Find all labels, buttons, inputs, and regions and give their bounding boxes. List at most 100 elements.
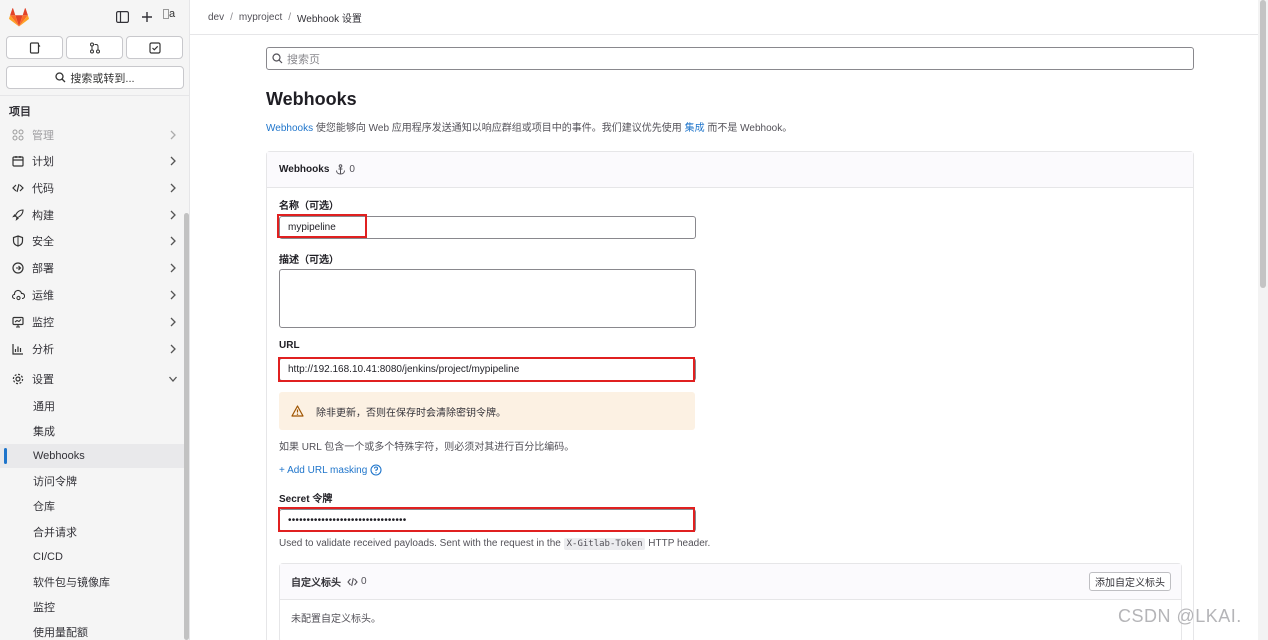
custom-headers-header: 自定义标头 0 添加自定义标头 (280, 564, 1181, 600)
url-help-text: 如果 URL 包含一个或多个特殊字符，则必须对其进行百分比编码。 (279, 442, 575, 453)
custom-headers-title: 自定义标头 (291, 578, 341, 589)
sidebar-sub-label: 监控 (33, 602, 55, 614)
secret-help-pre: Used to validate received payloads. Sent… (279, 538, 564, 549)
sidebar-sub-packages-registries[interactable]: 软件包与镜像库 (0, 570, 186, 594)
sidebar-item-settings[interactable]: 设置 (0, 366, 186, 392)
breadcrumb-dev[interactable]: dev (208, 12, 224, 23)
sidebar-sub-label: Webhooks (33, 450, 85, 462)
sidebar-sub-label: 仓库 (33, 501, 55, 513)
sidebar-item-plan[interactable]: 计划 (0, 148, 186, 174)
main-content: dev / myproject / Webhook 设置 搜索页 Webhook… (190, 0, 1258, 640)
sidebar-sub-access-tokens[interactable]: 访问令牌 (0, 469, 186, 493)
settings-search-input[interactable]: 搜索页 (266, 47, 1194, 70)
sidebar-sub-repository[interactable]: 仓库 (0, 494, 186, 518)
page-scrollbar-thumb[interactable] (1260, 0, 1266, 288)
chevron-right-icon (170, 156, 176, 166)
add-url-masking-link[interactable]: + Add URL masking (279, 464, 382, 476)
sidebar: a 搜索或转到... 项目 管理 计划 代码 构建 安全 部署 运维 监控 分析… (0, 0, 190, 640)
sidebar-sub-integrations[interactable]: 集成 (0, 419, 186, 443)
breadcrumb: dev / myproject / Webhook 设置 (190, 0, 1258, 35)
webhooks-doc-link[interactable]: Webhooks (266, 123, 313, 134)
card-title: Webhooks (279, 164, 330, 175)
webhooks-card-header: Webhooks 0 (267, 152, 1193, 188)
chevron-right-icon (170, 344, 176, 354)
sidebar-item-security[interactable]: 安全 (0, 228, 186, 254)
sidebar-sub-monitor[interactable]: 监控 (0, 595, 186, 619)
avatar-alt-text: a (169, 8, 176, 20)
custom-headers-card: 自定义标头 0 添加自定义标头 未配置自定义标头。 (279, 563, 1182, 640)
sidebar-sub-label: CI/CD (33, 551, 63, 563)
sidebar-item-label: 构建 (32, 210, 54, 222)
avatar[interactable]: a (163, 8, 183, 24)
sidebar-search-button[interactable]: 搜索或转到... (6, 66, 184, 89)
chevron-right-icon (170, 236, 176, 246)
breadcrumb-separator: / (230, 11, 233, 23)
sidebar-item-label: 设置 (32, 374, 54, 386)
chart-icon (11, 342, 25, 356)
sidebar-sub-general[interactable]: 通用 (0, 394, 186, 418)
deploy-icon (11, 261, 25, 275)
app: a 搜索或转到... 项目 管理 计划 代码 构建 安全 部署 运维 监控 分析… (0, 0, 1268, 640)
sidebar-item-label: 管理 (32, 130, 54, 142)
question-icon[interactable] (370, 464, 382, 476)
issues-icon (29, 41, 40, 54)
webhook-count-value: 0 (349, 164, 355, 175)
sidebar-item-deploy[interactable]: 部署 (0, 255, 186, 281)
sidebar-item-label: 部署 (32, 263, 54, 275)
breadcrumb-current[interactable]: Webhook 设置 (297, 10, 362, 25)
merge-requests-button[interactable] (66, 36, 123, 59)
sidebar-scrollbar[interactable] (184, 213, 189, 640)
desc-text: 使您能够向 Web 应用程序发送通知以响应群组或项目中的事件。我们建议优先使用 (313, 123, 685, 134)
sidebar-item-label: 分析 (32, 344, 54, 356)
sidebar-top: a (0, 0, 189, 34)
sidebar-section-title: 项目 (9, 106, 31, 118)
sidebar-item-code[interactable]: 代码 (0, 175, 186, 201)
sidebar-sub-label: 访问令牌 (33, 476, 77, 488)
issues-button[interactable] (6, 36, 63, 59)
sidebar-item-manage[interactable]: 管理 (0, 122, 186, 148)
search-icon (272, 53, 283, 64)
sidebar-sub-webhooks[interactable]: Webhooks (0, 444, 186, 468)
sidebar-item-analyze[interactable]: 分析 (0, 336, 186, 362)
sidebar-item-operate[interactable]: 运维 (0, 282, 186, 308)
sidebar-sub-label: 合并请求 (33, 527, 77, 539)
add-custom-header-button[interactable]: 添加自定义标头 (1089, 572, 1171, 591)
webhook-count: 0 (335, 164, 355, 175)
plus-icon[interactable] (139, 9, 155, 25)
sidebar-sub-usage-quotas[interactable]: 使用量配额 (0, 620, 186, 640)
sidebar-divider (0, 95, 189, 96)
rocket-icon (11, 208, 25, 222)
integrations-link[interactable]: 集成 (685, 123, 705, 134)
name-highlight-box (277, 214, 367, 238)
page-title: Webhooks (266, 89, 357, 109)
breadcrumb-separator: / (288, 11, 292, 23)
sidebar-sub-merge-requests[interactable]: 合并请求 (0, 520, 186, 544)
sidebar-toggle-icon[interactable] (114, 9, 130, 25)
calendar-icon (11, 154, 25, 168)
sidebar-item-label: 监控 (32, 317, 54, 329)
code-icon (11, 181, 25, 195)
sidebar-item-build[interactable]: 构建 (0, 202, 186, 228)
sidebar-item-monitor[interactable]: 监控 (0, 309, 186, 335)
description-label: 描述（可选） (279, 255, 339, 266)
breadcrumb-myproject[interactable]: myproject (239, 12, 282, 23)
desc-tail: 而不是 Webhook。 (704, 123, 793, 134)
todo-button[interactable] (126, 36, 183, 59)
sidebar-sub-cicd[interactable]: CI/CD (0, 545, 186, 569)
secret-highlight-box (278, 507, 695, 532)
sidebar-item-label: 安全 (32, 236, 54, 248)
alert-text: 除非更新，否则在保存时会清除密钥令牌。 (316, 407, 506, 419)
chevron-right-icon (170, 210, 176, 220)
chevron-right-icon (170, 183, 176, 193)
description-textarea[interactable] (279, 269, 696, 328)
secret-header-code: X-Gitlab-Token (563, 538, 646, 550)
search-icon (55, 72, 66, 83)
gitlab-logo-icon[interactable] (8, 6, 30, 28)
secret-help-text: Used to validate received payloads. Sent… (279, 538, 710, 550)
url-highlight-box (278, 357, 695, 382)
page-description: Webhooks 使您能够向 Web 应用程序发送通知以响应群组或项目中的事件。… (266, 119, 792, 134)
custom-headers-count: 0 (347, 576, 367, 587)
url-label: URL (279, 340, 300, 351)
page-scrollbar[interactable] (1258, 0, 1268, 640)
secret-warning-alert: 除非更新，否则在保存时会清除密钥令牌。 (279, 392, 695, 430)
